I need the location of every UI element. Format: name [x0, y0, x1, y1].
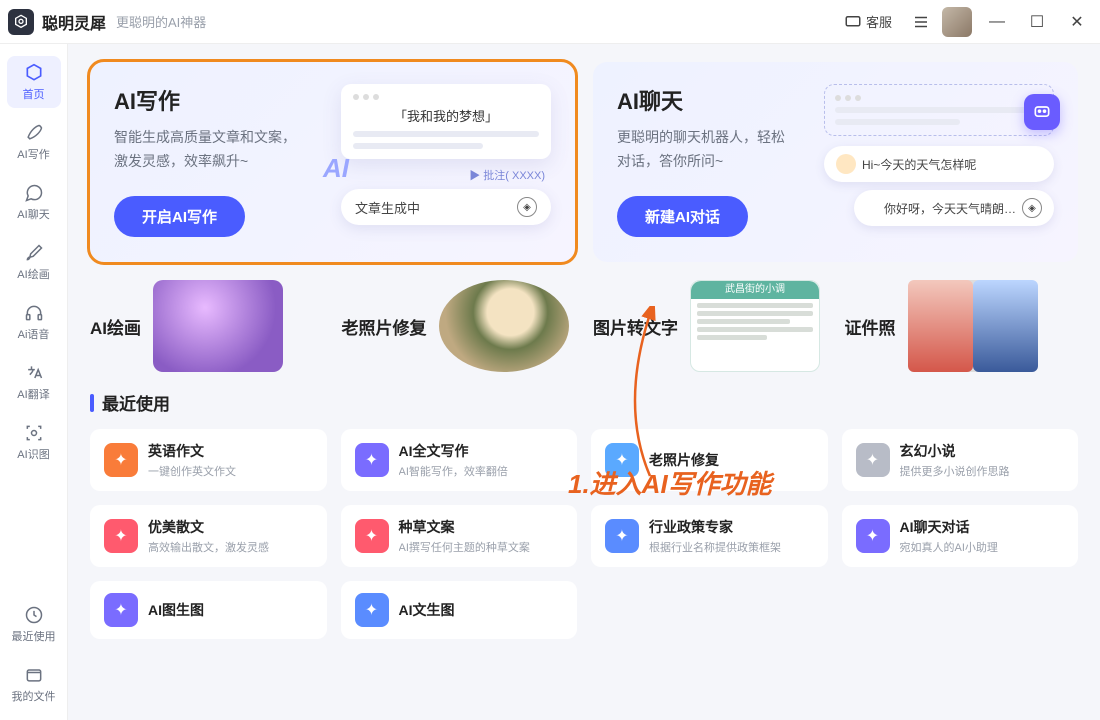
- recent-card-icon: ✦: [104, 519, 138, 553]
- recent-card-icon: ✦: [605, 519, 639, 553]
- paint-thumb: [153, 280, 283, 372]
- headphone-icon: [23, 302, 45, 324]
- support-button[interactable]: 客服: [836, 8, 900, 35]
- recent-card-desc: 高效输出散文，激发灵感: [148, 539, 269, 555]
- hero-write-title: AI写作: [114, 84, 341, 116]
- hero-chat-title: AI聊天: [617, 84, 824, 116]
- recent-card-desc: 宛如真人的AI小助理: [900, 539, 998, 555]
- recent-card-icon: ✦: [605, 443, 639, 477]
- hero-chat-desc: 更聪明的聊天机器人，轻松 对话，答你所问~: [617, 126, 824, 174]
- scan-icon: [23, 422, 45, 444]
- sidebar-item-home[interactable]: 首页: [7, 56, 61, 108]
- recent-card-title: AI全文写作: [399, 441, 508, 461]
- sidebar-item-paint[interactable]: AI绘画: [7, 236, 61, 288]
- recent-card-title: 老照片修复: [649, 450, 719, 470]
- minimize-button[interactable]: —: [982, 7, 1012, 37]
- recent-card-desc: 根据行业名称提供政策框架: [649, 539, 781, 555]
- folder-icon: [23, 664, 45, 686]
- chat-icon: [23, 182, 45, 204]
- app-logo-icon: [8, 9, 34, 35]
- feature-card-ocr[interactable]: 图片转文字 武昌街的小调: [593, 280, 827, 372]
- logo-small-icon: ◈: [517, 197, 537, 217]
- recent-card-title: 行业政策专家: [649, 517, 781, 537]
- recent-card-title: AI文生图: [399, 600, 455, 620]
- app-tagline: 更聪明的AI神器: [116, 12, 206, 31]
- recent-card-desc: 一键创作英文作文: [148, 463, 236, 479]
- translate-icon: [23, 362, 45, 384]
- sidebar-item-files[interactable]: 我的文件: [7, 658, 61, 710]
- recent-grid: ✦ 英语作文 一键创作英文作文✦ AI全文写作 AI智能写作，效率翻倍✦ 老照片…: [90, 429, 1078, 639]
- clock-icon: [23, 604, 45, 626]
- sidebar: 首页 AI写作 AI聊天 AI绘画 Ai语音 AI翻译 AI识图 最: [0, 44, 68, 720]
- quill-icon: [23, 122, 45, 144]
- recent-card-icon: ✦: [856, 519, 890, 553]
- start-chat-button[interactable]: 新建AI对话: [617, 196, 748, 237]
- hero-card-chat[interactable]: AI聊天 更聪明的聊天机器人，轻松 对话，答你所问~ 新建AI对话: [593, 62, 1078, 262]
- sidebar-item-write[interactable]: AI写作: [7, 116, 61, 168]
- hero-card-write[interactable]: AI写作 智能生成高质量文章和文案， 激发灵感，效率飙升~ 开启AI写作 「我和…: [90, 62, 575, 262]
- recent-card[interactable]: ✦ AI图生图: [90, 581, 327, 639]
- idphoto-thumb: [908, 280, 1038, 372]
- hero-write-illustration: 「我和我的梦想」 ▶ 批注( XXXX) AI 文章生成中 ◈: [341, 84, 551, 240]
- start-write-button[interactable]: 开启AI写作: [114, 196, 245, 237]
- recent-card-title: 优美散文: [148, 517, 269, 537]
- recent-card-title: AI图生图: [148, 600, 204, 620]
- recent-card[interactable]: ✦ 优美散文 高效输出散文，激发灵感: [90, 505, 327, 567]
- sidebar-item-voice[interactable]: Ai语音: [7, 296, 61, 348]
- face-icon: [836, 154, 856, 174]
- recent-header: 最近使用: [90, 390, 1078, 415]
- logo-small-icon: ◈: [1022, 198, 1042, 218]
- recent-card-desc: AI智能写作，效率翻倍: [399, 463, 508, 479]
- hero-write-desc: 智能生成高质量文章和文案， 激发灵感，效率飙升~: [114, 126, 341, 174]
- sidebar-item-translate[interactable]: AI翻译: [7, 356, 61, 408]
- recent-card-icon: ✦: [104, 443, 138, 477]
- recent-card-title: 玄幻小说: [900, 441, 1010, 461]
- maximize-button[interactable]: ☐: [1022, 7, 1052, 37]
- recent-card-title: AI聊天对话: [900, 517, 998, 537]
- recent-card-title: 英语作文: [148, 441, 236, 461]
- home-icon: [23, 62, 45, 84]
- title-bar: 聪明灵犀 更聪明的AI神器 客服 — ☐ ✕: [0, 0, 1100, 44]
- ai-badge-icon: AI: [323, 153, 349, 184]
- avatar[interactable]: [942, 7, 972, 37]
- recent-card[interactable]: ✦ AI聊天对话 宛如真人的AI小助理: [842, 505, 1079, 567]
- menu-icon[interactable]: [910, 11, 932, 33]
- restore-thumb: [439, 280, 569, 372]
- recent-card-desc: AI撰写任何主题的种草文案: [399, 539, 530, 555]
- feature-card-restore[interactable]: 老照片修复: [342, 280, 576, 372]
- recent-card[interactable]: ✦ AI全文写作 AI智能写作，效率翻倍: [341, 429, 578, 491]
- hero-chat-illustration: Hi~今天的天气怎样呢 你好呀，今天天气晴朗…◈: [824, 84, 1054, 240]
- chatbot-icon: [1024, 94, 1060, 130]
- recent-card-icon: ✦: [355, 593, 389, 627]
- sidebar-item-ocr[interactable]: AI识图: [7, 416, 61, 468]
- recent-card[interactable]: ✦ 英语作文 一键创作英文作文: [90, 429, 327, 491]
- recent-card-icon: ✦: [355, 519, 389, 553]
- sidebar-item-recent[interactable]: 最近使用: [7, 598, 61, 650]
- main-content: AI写作 智能生成高质量文章和文案， 激发灵感，效率飙升~ 开启AI写作 「我和…: [68, 44, 1100, 720]
- recent-card-desc: 提供更多小说创作思路: [900, 463, 1010, 479]
- sidebar-item-chat[interactable]: AI聊天: [7, 176, 61, 228]
- recent-card-icon: ✦: [355, 443, 389, 477]
- recent-card-title: 种草文案: [399, 517, 530, 537]
- close-button[interactable]: ✕: [1062, 7, 1092, 37]
- recent-card[interactable]: ✦ 种草文案 AI撰写任何主题的种草文案: [341, 505, 578, 567]
- recent-card[interactable]: ✦ AI文生图: [341, 581, 578, 639]
- recent-card[interactable]: ✦ 行业政策专家 根据行业名称提供政策框架: [591, 505, 828, 567]
- recent-card[interactable]: ✦ 玄幻小说 提供更多小说创作思路: [842, 429, 1079, 491]
- ocr-thumb: 武昌街的小调: [690, 280, 820, 372]
- recent-card[interactable]: ✦ 老照片修复: [591, 429, 828, 491]
- recent-card-icon: ✦: [856, 443, 890, 477]
- feature-card-paint[interactable]: AI绘画: [90, 280, 324, 372]
- app-name: 聪明灵犀: [42, 10, 106, 34]
- brush-icon: [23, 242, 45, 264]
- app-logo-wrap: 聪明灵犀: [8, 9, 106, 35]
- feature-card-idphoto[interactable]: 证件照: [845, 280, 1079, 372]
- recent-card-icon: ✦: [104, 593, 138, 627]
